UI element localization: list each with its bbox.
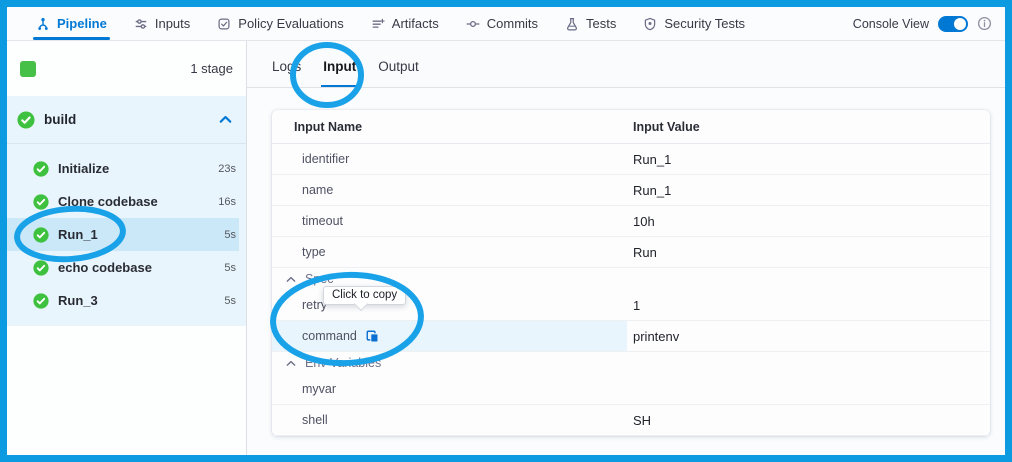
- top-nav-right: Console View: [853, 16, 992, 32]
- copy-icon[interactable]: [365, 329, 380, 344]
- topnav-tab-tests[interactable]: Tests: [565, 7, 616, 40]
- chevron-up-icon: [286, 276, 296, 283]
- sliders-icon: [134, 17, 148, 31]
- step-name-label: Initialize: [58, 161, 109, 176]
- topnav-tab-inputs[interactable]: Inputs: [134, 7, 190, 40]
- column-header-input-name: Input Name: [272, 120, 627, 134]
- click-to-copy-tooltip: Click to copy: [323, 286, 406, 305]
- stage-name-label: build: [44, 112, 76, 127]
- table-row[interactable]: identifier Run_1: [272, 144, 990, 175]
- input-value-cell: Run_1: [627, 144, 990, 174]
- input-name-cell: identifier: [272, 144, 627, 174]
- tab-input[interactable]: Input: [323, 59, 356, 74]
- success-check-icon: [33, 161, 49, 177]
- step-row-clone-codebase[interactable]: Clone codebase 16s: [7, 185, 246, 218]
- step-list: Initialize 23s Clone codebase 16s Run_1 …: [7, 144, 246, 326]
- tab-output[interactable]: Output: [378, 59, 419, 74]
- step-duration: 5s: [224, 262, 236, 274]
- artifacts-list-plus-icon: [371, 17, 385, 31]
- step-row-run-3[interactable]: Run_3 5s: [7, 284, 246, 317]
- topnav-tab-label: Commits: [487, 16, 538, 31]
- console-view-label: Console View: [853, 17, 929, 31]
- step-details-panel: Logs Input Output Input Name Input Value…: [247, 41, 1005, 455]
- stage-count-label: 1 stage: [190, 61, 233, 76]
- app-window: Pipeline Inputs Policy Evaluations Artif…: [0, 0, 1012, 462]
- table-section-env-variables[interactable]: Env Variables: [272, 352, 990, 374]
- topnav-tab-commits[interactable]: Commits: [466, 7, 538, 40]
- step-row-initialize[interactable]: Initialize 23s: [7, 152, 246, 185]
- topnav-tab-label: Policy Evaluations: [238, 16, 344, 31]
- input-value-cell: printenv: [627, 321, 990, 351]
- table-row[interactable]: type Run: [272, 237, 990, 268]
- topnav-tab-label: Inputs: [155, 16, 190, 31]
- success-check-icon: [33, 293, 49, 309]
- table-row[interactable]: shell SH: [272, 405, 990, 436]
- topnav-tab-policy-evaluations[interactable]: Policy Evaluations: [217, 7, 344, 40]
- top-navigation: Pipeline Inputs Policy Evaluations Artif…: [7, 7, 1005, 41]
- success-check-icon: [33, 194, 49, 210]
- column-header-input-value: Input Value: [627, 120, 990, 134]
- step-name-label: Run_3: [58, 293, 98, 308]
- info-icon[interactable]: [977, 16, 992, 31]
- chevron-up-icon: [286, 360, 296, 367]
- step-name-label: echo codebase: [58, 260, 152, 275]
- input-value-cell: 1: [627, 290, 990, 320]
- step-duration: 16s: [218, 196, 236, 208]
- section-label: Env Variables: [305, 356, 381, 370]
- pipeline-icon: [36, 17, 50, 31]
- topnav-tab-security-tests[interactable]: Security Tests: [643, 7, 745, 40]
- input-value-cell: SH: [627, 405, 990, 435]
- table-row[interactable]: name Run_1: [272, 175, 990, 206]
- input-name-cell: myvar: [272, 374, 627, 404]
- step-name-label: Clone codebase: [58, 194, 158, 209]
- top-nav-tabs: Pipeline Inputs Policy Evaluations Artif…: [36, 7, 745, 40]
- input-name-cell: timeout: [272, 206, 627, 236]
- input-name-cell: command: [272, 321, 627, 351]
- topnav-tab-artifacts[interactable]: Artifacts: [371, 7, 439, 40]
- section-label: Spec: [305, 272, 334, 286]
- stage-group: build Initialize 23s Clone codebase 16s: [7, 96, 246, 326]
- table-header-row: Input Name Input Value: [272, 110, 990, 144]
- execution-sidebar: 1 stage build Initialize 23s: [7, 41, 247, 455]
- input-name-cell: name: [272, 175, 627, 205]
- input-value-cell: [627, 374, 990, 404]
- topnav-tab-label: Pipeline: [57, 16, 107, 31]
- success-check-icon: [17, 111, 35, 129]
- table-row-command[interactable]: command printenv: [272, 321, 990, 352]
- topnav-tab-label: Tests: [586, 16, 616, 31]
- detail-tabs: Logs Input Output: [247, 41, 1005, 88]
- tab-logs[interactable]: Logs: [272, 59, 301, 74]
- stage-status-square: [20, 61, 36, 77]
- step-row-echo-codebase[interactable]: echo codebase 5s: [7, 251, 246, 284]
- topnav-tab-label: Security Tests: [664, 16, 745, 31]
- toggle-knob: [954, 18, 966, 30]
- console-view-toggle[interactable]: [938, 16, 968, 32]
- stage-row-build[interactable]: build: [7, 96, 246, 144]
- input-table-card: Input Name Input Value identifier Run_1 …: [272, 110, 990, 436]
- input-name-cell: type: [272, 237, 627, 267]
- commit-icon: [466, 17, 480, 31]
- table-row[interactable]: myvar: [272, 374, 990, 405]
- step-duration: 23s: [218, 163, 236, 175]
- content-body: 1 stage build Initialize 23s: [7, 41, 1005, 455]
- topnav-tab-pipeline[interactable]: Pipeline: [36, 7, 107, 40]
- shield-gear-icon: [643, 17, 657, 31]
- input-value-cell: Run: [627, 237, 990, 267]
- topnav-tab-label: Artifacts: [392, 16, 439, 31]
- input-value-cell: 10h: [627, 206, 990, 236]
- input-name-cell: shell: [272, 405, 627, 435]
- step-duration: 5s: [224, 295, 236, 307]
- table-row[interactable]: timeout 10h: [272, 206, 990, 237]
- step-row-run-1[interactable]: Run_1 5s: [7, 218, 239, 251]
- chevron-up-icon[interactable]: [219, 115, 232, 124]
- success-check-icon: [33, 227, 49, 243]
- input-value-cell: Run_1: [627, 175, 990, 205]
- step-name-label: Run_1: [58, 227, 98, 242]
- stage-summary-header: 1 stage: [7, 41, 246, 96]
- input-name-label: command: [302, 329, 357, 343]
- policy-check-icon: [217, 17, 231, 31]
- flask-icon: [565, 17, 579, 31]
- step-duration: 5s: [224, 229, 236, 241]
- success-check-icon: [33, 260, 49, 276]
